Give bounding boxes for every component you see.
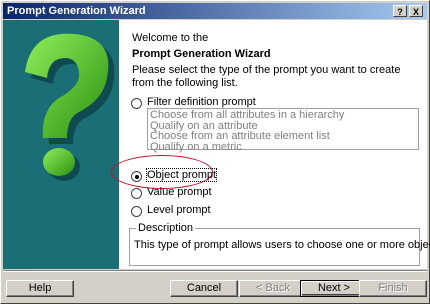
description-text: This type of prompt allows users to choo… [134,239,430,251]
help-button[interactable]: Help [6,280,74,297]
footer-divider [3,270,427,272]
list-item: Choose from all attributes in a hierarch… [150,109,345,121]
instructions-text: Please select the type of the prompt you… [132,64,401,89]
option-label-value-prompt[interactable]: Value prompt [147,186,212,198]
radio-filter-definition[interactable] [131,98,142,109]
window-title: Prompt Generation Wizard [7,5,146,17]
description-legend: Description [136,222,196,234]
option-label-object-prompt[interactable]: Object prompt [145,168,218,182]
radio-object-prompt[interactable] [131,171,142,182]
wizard-heading: Prompt Generation Wizard [132,48,271,60]
list-item: Qualify on a metric [150,140,242,153]
radio-level-prompt[interactable] [131,206,142,217]
close-icon[interactable]: X [409,5,423,17]
welcome-text: Welcome to the [132,32,209,44]
option-label-level-prompt[interactable]: Level prompt [147,204,211,216]
question-mark-icon [25,33,115,181]
wizard-side-panel [3,20,119,269]
cancel-button[interactable]: Cancel [170,280,238,297]
back-button[interactable]: < Back [239,280,307,297]
help-icon[interactable]: ? [393,5,407,17]
description-group: Description This type of prompt allows u… [129,222,430,266]
title-bar: Prompt Generation Wizard ? X [3,3,427,19]
option-label-filter-definition[interactable]: Filter definition prompt [147,96,256,108]
filter-suboption-list: Choose from all attributes in a hierarch… [147,108,419,153]
wizard-content: Welcome to the Prompt Generation Wizard … [111,20,430,269]
radio-value-prompt[interactable] [131,188,142,199]
next-button[interactable]: Next > [300,280,368,297]
finish-button[interactable]: Finish [359,280,427,297]
list-item: Choose from an attribute element list [150,130,330,142]
wizard-window: Prompt Generation Wizard ? X Welcome to … [0,0,430,304]
